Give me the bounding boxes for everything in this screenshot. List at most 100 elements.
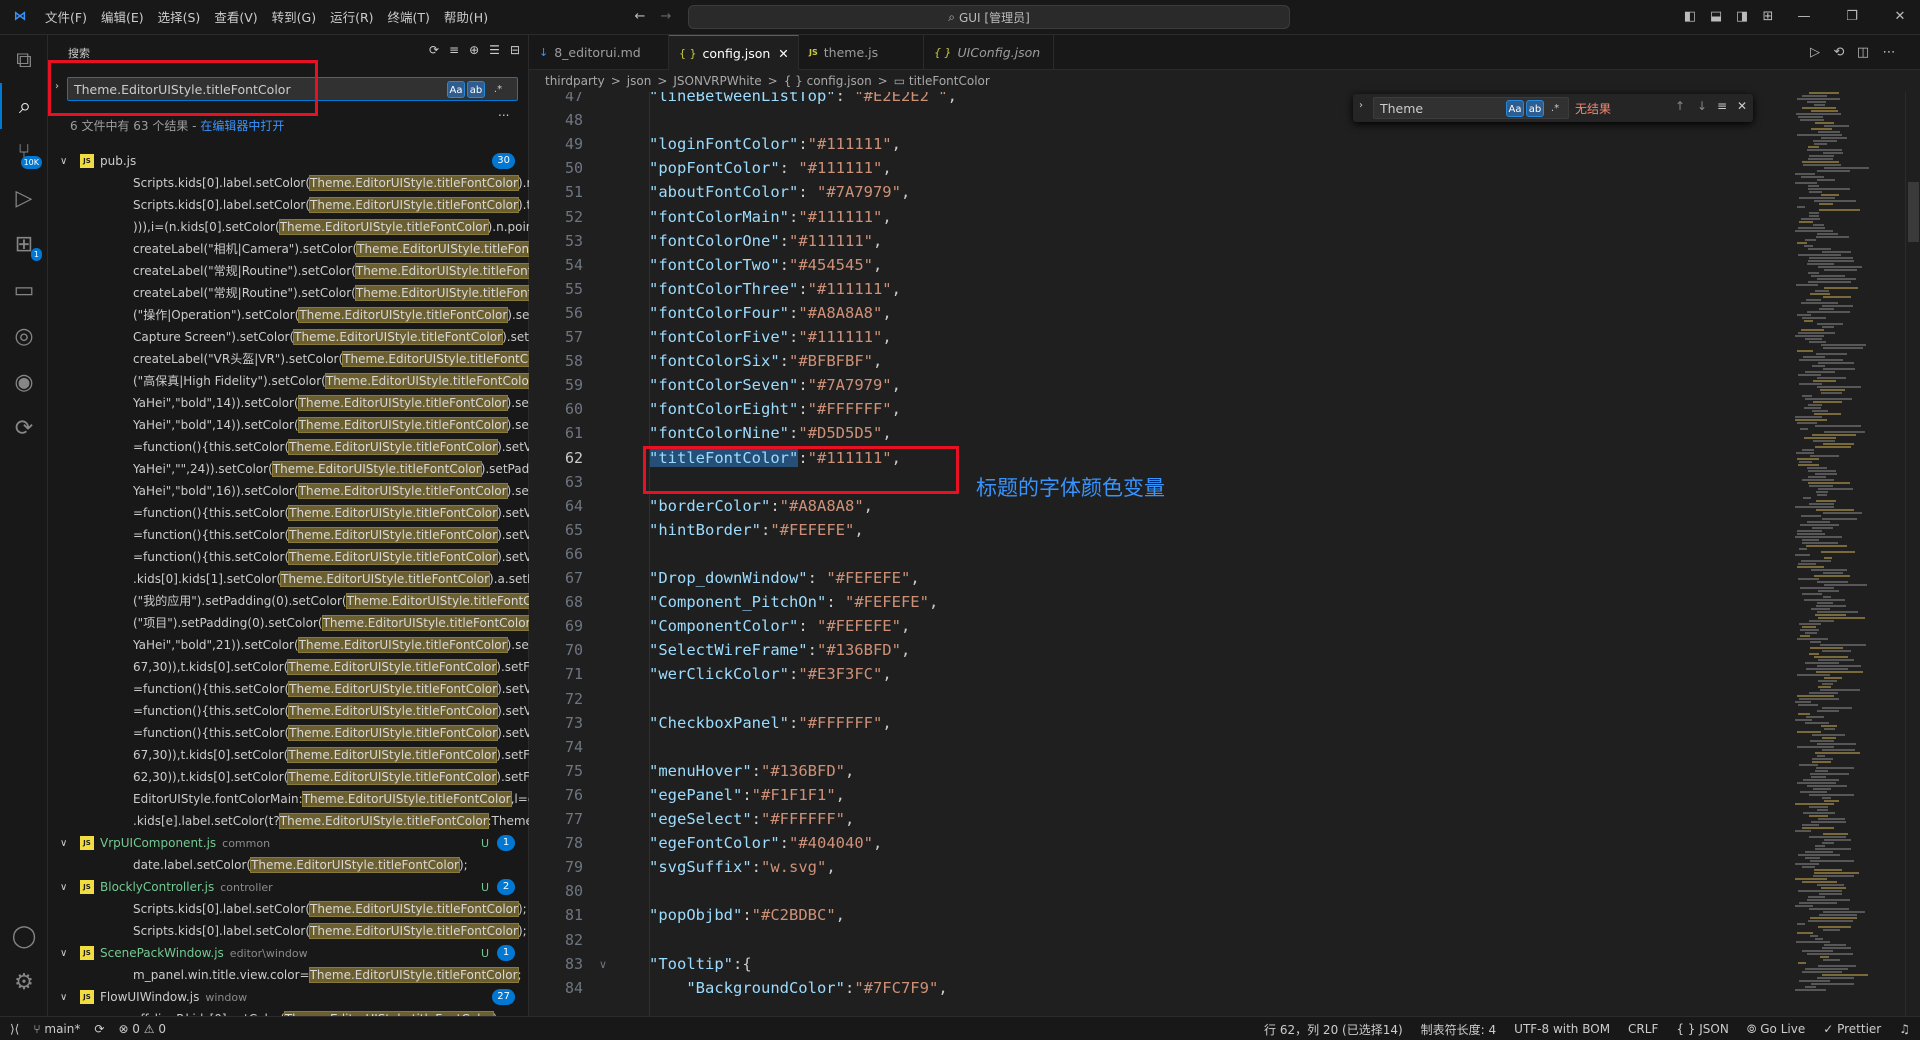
refresh-icon[interactable]: ⟳ <box>429 43 439 57</box>
view-as-tree-icon[interactable]: ☰ <box>489 43 500 57</box>
chevron-down-icon[interactable]: ∨ <box>60 838 74 849</box>
search-match-line[interactable]: EditorUIStyle.fontColorMain:Theme.Editor… <box>133 788 573 810</box>
run-debug-icon[interactable]: ▷ <box>0 175 48 221</box>
code-line[interactable]: "werClickColor":"#E3F3FC", <box>649 665 892 683</box>
status-item[interactable]: CRLF <box>1628 1022 1658 1036</box>
toggle-secondary-sidebar-icon[interactable]: ◨ <box>1734 9 1750 25</box>
search-match-line[interactable]: =function(){this.setColor(Theme.EditorUI… <box>133 546 573 568</box>
file-row-3[interactable]: ∨ JS ScenePackWindow.js editor\window U 1 <box>48 942 529 964</box>
code-line[interactable]: "fontColorSix":"#BFBFBF", <box>649 352 882 370</box>
code-line[interactable]: "fontColorSeven":"#7A7979", <box>649 376 901 394</box>
code-line[interactable]: "Tooltip":{ <box>649 955 752 973</box>
remote-icon[interactable]: ⟩⟨ <box>10 1022 19 1036</box>
problems-indicator[interactable]: ⊗ 0 ⚠ 0 <box>118 1022 166 1036</box>
breadcrumb-item[interactable]: { } config.json <box>784 74 872 88</box>
search-match-line[interactable]: ))),i=(n.kids[0].setColor(Theme.EditorUI… <box>133 216 573 238</box>
open-in-editor-link[interactable]: 在编辑器中打开 <box>200 119 284 133</box>
menu-item[interactable]: 终端(T) <box>381 0 437 35</box>
code-line[interactable]: "fontColorMain":"#111111", <box>649 208 892 226</box>
open-changes-icon[interactable]: ⟲ <box>1831 45 1847 61</box>
collapse-all-icon[interactable]: ⊟ <box>510 43 520 57</box>
tab-config-json[interactable]: { } config.json ✕ <box>669 35 799 70</box>
back-arrow-icon[interactable]: ← <box>632 9 648 25</box>
restore-icon[interactable]: ❐ <box>1844 9 1860 25</box>
search-activity-icon[interactable]: ⌕ <box>0 83 48 129</box>
status-item[interactable]: ✓ Prettier <box>1823 1022 1881 1036</box>
tab-close-icon[interactable]: ✕ <box>778 46 788 61</box>
timeline-icon[interactable]: ⟳ <box>0 405 48 451</box>
breadcrumb-item[interactable]: thirdparty <box>545 74 605 88</box>
code-line[interactable]: "SelectWireFrame":"#136BFD", <box>649 641 910 659</box>
search-match-line[interactable]: =function(){this.setColor(Theme.EditorUI… <box>133 700 573 722</box>
close-icon[interactable]: ✕ <box>1892 9 1908 25</box>
settings-gear-icon[interactable]: ⚙ <box>0 959 48 1005</box>
previous-match-icon[interactable]: ↑ <box>1675 99 1685 113</box>
code-line[interactable]: "popFontColor": "#111111", <box>649 159 892 177</box>
find-regex-toggle[interactable]: .* <box>1546 100 1564 117</box>
forward-arrow-icon[interactable]: → <box>658 9 674 25</box>
code-line[interactable]: "menuHover":"#136BFD", <box>649 762 854 780</box>
file-row-0[interactable]: ∨ JS pub.js 30 <box>48 150 529 172</box>
search-match-line[interactable]: createLabel("VR头盔|VR").setColor(Theme.Ed… <box>133 348 573 370</box>
chevron-down-icon[interactable]: ∨ <box>60 948 74 959</box>
code-line[interactable]: "egeFontColor":"#404040", <box>649 834 882 852</box>
git-graph-icon[interactable]: ◎ <box>0 313 48 359</box>
match-whole-word-toggle[interactable]: ab <box>467 81 485 98</box>
search-match-line[interactable]: m_panel.win.title.view.color=Theme.Edito… <box>133 964 573 986</box>
minimap[interactable] <box>1795 92 1905 1016</box>
clear-results-icon[interactable]: ≡ <box>449 43 459 57</box>
explorer-icon[interactable]: ⧉ <box>0 37 48 83</box>
search-match-line[interactable]: createLabel("常规|Routine").setColor(Theme… <box>133 282 573 304</box>
search-match-line[interactable]: YaHei","bold",14)).setColor(Theme.Editor… <box>133 414 573 436</box>
search-match-line[interactable]: ("项目").setPadding(0).setColor(Theme.Edit… <box>133 612 573 634</box>
code-line[interactable]: "fontColorThree":"#111111", <box>649 280 901 298</box>
status-item[interactable]: UTF-8 with BOM <box>1514 1022 1610 1036</box>
code-line[interactable]: "fontColorNine":"#D5D5D5", <box>649 424 892 442</box>
remote-explorer-icon[interactable]: ▭ <box>0 267 48 313</box>
menu-item[interactable]: 文件(F) <box>38 0 94 35</box>
search-match-line[interactable]: Scripts.kids[0].label.setColor(Theme.Edi… <box>133 898 573 920</box>
code-line[interactable]: "egePanel":"#F1F1F1", <box>649 786 845 804</box>
search-match-line[interactable]: createLabel("相机|Camera").setColor(Theme.… <box>133 238 573 260</box>
search-match-line[interactable]: 62,30)),t.kids[0].setColor(Theme.EditorU… <box>133 766 573 788</box>
status-item[interactable]: 制表符长度: 4 <box>1421 1021 1497 1038</box>
code-line[interactable]: "ComponentColor": "#FEFEFE", <box>649 617 910 635</box>
menu-item[interactable]: 选择(S) <box>151 0 208 35</box>
search-match-line[interactable]: YaHei","",24)).setColor(Theme.EditorUISt… <box>133 458 573 480</box>
status-item[interactable]: { } JSON <box>1676 1022 1728 1036</box>
code-line[interactable]: "egeSelect":"#FFFFFF", <box>649 810 854 828</box>
file-row-4[interactable]: ∨ JS FlowUIWindow.js window 27 <box>48 986 529 1008</box>
code-line[interactable]: "lineBetweenListTop": "#E2E2E2 ", <box>649 92 957 105</box>
code-line[interactable]: "CheckboxPanel":"#FFFFFF", <box>649 714 892 732</box>
extensions-icon[interactable]: ⊞ 1 <box>0 221 48 267</box>
next-match-icon[interactable]: ↓ <box>1697 99 1707 113</box>
new-search-editor-icon[interactable]: ⊕ <box>469 43 479 57</box>
find-whole-word-toggle[interactable]: ab <box>1526 100 1544 117</box>
code-line[interactable]: "svgSuffix":"w.svg", <box>649 858 836 876</box>
breadcrumb-item[interactable]: JSONVRPWhite <box>673 74 761 88</box>
search-match-line[interactable]: 67,30)),t.kids[0].setColor(Theme.EditorU… <box>133 744 573 766</box>
chevron-down-icon[interactable]: ∨ <box>60 882 74 893</box>
find-close-icon[interactable]: ✕ <box>1737 99 1747 113</box>
breadcrumb-item[interactable]: json <box>627 74 652 88</box>
file-row-2[interactable]: ∨ JS BlocklyController.js controller U 2 <box>48 876 529 898</box>
editor-more-icon[interactable]: ⋯ <box>1881 45 1897 61</box>
search-match-line[interactable]: =function(){this.setColor(Theme.EditorUI… <box>133 524 573 546</box>
search-match-line[interactable]: .kids[e].label.setColor(t?Theme.EditorUI… <box>133 810 573 832</box>
menu-item[interactable]: 查看(V) <box>207 0 264 35</box>
search-match-line[interactable]: Scripts.kids[0].label.setColor(Theme.Edi… <box>133 920 573 942</box>
code-line[interactable]: "loginFontColor":"#111111", <box>649 135 901 153</box>
search-match-line[interactable]: =function(){this.setColor(Theme.EditorUI… <box>133 436 573 458</box>
branch-indicator[interactable]: ⑂ main* <box>33 1022 80 1036</box>
search-match-line[interactable]: createLabel("常规|Routine").setColor(Theme… <box>133 260 573 282</box>
sync-icon[interactable]: ⟳ <box>94 1022 104 1036</box>
toggle-replace-icon[interactable]: › <box>1359 100 1363 111</box>
code-line[interactable]: "BackgroundColor":"#7FC7F9", <box>649 979 947 997</box>
status-item[interactable]: 行 62，列 20 (已选择14) <box>1264 1021 1403 1038</box>
code-line[interactable]: "hintBorder":"#FEFEFE", <box>649 521 864 539</box>
code-line[interactable]: "fontColorFive":"#111111", <box>649 328 892 346</box>
gitlens-icon[interactable]: ◉ <box>0 359 48 405</box>
notifications-bell-icon[interactable]: ♫ <box>1899 1022 1910 1036</box>
search-match-line[interactable]: Capture Screen").setColor(Theme.EditorUI… <box>133 326 573 348</box>
code-line[interactable]: "aboutFontColor": "#7A7979", <box>649 183 910 201</box>
